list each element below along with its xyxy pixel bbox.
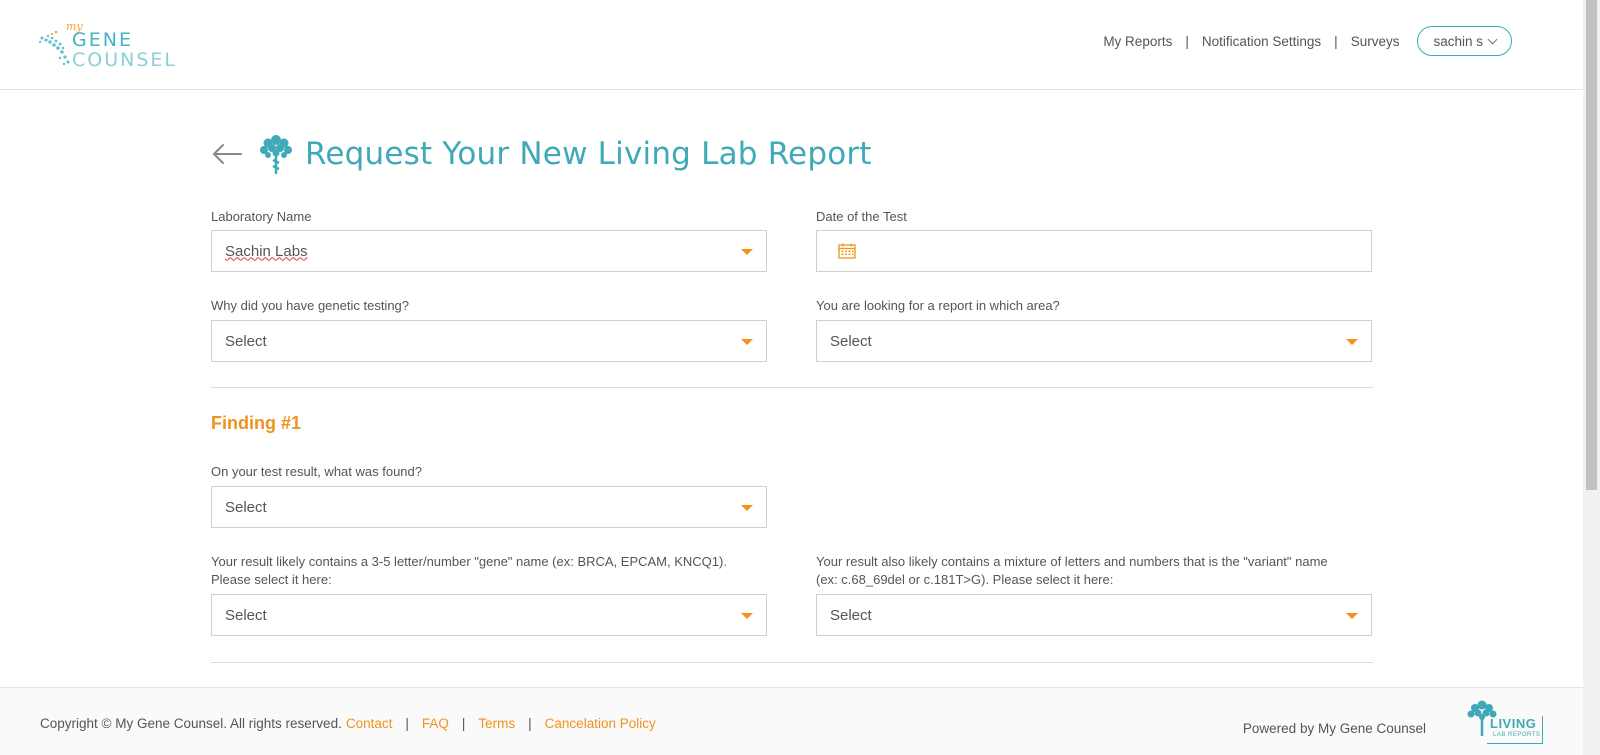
- reason-select[interactable]: Select: [211, 320, 767, 362]
- footer-separator: |: [405, 716, 409, 731]
- living-lab-line1: LIVING: [1490, 716, 1537, 731]
- found-field: On your test result, what was found? Sel…: [211, 463, 767, 528]
- caret-down-icon: [1346, 613, 1358, 619]
- caret-down-icon: [1346, 339, 1358, 345]
- test-date-input[interactable]: [816, 230, 1372, 272]
- reason-value: Select: [225, 332, 267, 350]
- copyright-text: Copyright © My Gene Counsel. All rights …: [40, 716, 342, 731]
- caret-down-icon: [741, 505, 753, 511]
- variant-label-line2: (ex: c.68_69del or c.181T>G). Please sel…: [816, 572, 1114, 587]
- footer-copyright-row: Copyright © My Gene Counsel. All rights …: [40, 716, 656, 731]
- user-menu-button[interactable]: sachin s: [1417, 26, 1512, 56]
- lab-name-field: Laboratory Name Sachin Labs: [211, 208, 767, 272]
- nav-separator: |: [1185, 33, 1189, 49]
- variant-select[interactable]: Select: [816, 594, 1372, 636]
- caret-down-icon: [741, 249, 753, 255]
- section-divider: [211, 387, 1373, 388]
- area-value: Select: [830, 332, 872, 350]
- calendar-icon[interactable]: [838, 243, 856, 259]
- nav-my-reports[interactable]: My Reports: [1103, 34, 1172, 49]
- tree-icon: [260, 135, 292, 174]
- variant-field: Your result also likely contains a mixtu…: [816, 553, 1376, 636]
- caret-down-icon: [741, 613, 753, 619]
- found-label: On your test result, what was found?: [211, 464, 422, 479]
- top-nav: My Reports | Notification Settings | Sur…: [1103, 26, 1512, 56]
- user-name: sachin s: [1433, 33, 1483, 49]
- variant-value: Select: [830, 606, 872, 624]
- page-title-row: Request Your New Living Lab Report: [211, 130, 872, 178]
- footer-link-cancelation-policy[interactable]: Cancelation Policy: [545, 716, 656, 731]
- test-date-field: Date of the Test: [816, 208, 1372, 272]
- footer-separator: |: [528, 716, 532, 731]
- vertical-scrollbar[interactable]: [1583, 0, 1600, 755]
- gene-field: Your result likely contains a 3-5 letter…: [211, 553, 767, 636]
- gene-label-line2: Please select it here:: [211, 572, 332, 587]
- scrollbar-thumb[interactable]: [1586, 0, 1597, 490]
- gene-select[interactable]: Select: [211, 594, 767, 636]
- area-label: You are looking for a report in which ar…: [816, 298, 1060, 313]
- footer-link-faq[interactable]: FAQ: [422, 716, 449, 731]
- lab-name-select[interactable]: Sachin Labs: [211, 230, 767, 272]
- found-select[interactable]: Select: [211, 486, 767, 528]
- dna-dots-icon: [38, 30, 70, 66]
- nav-separator: |: [1334, 33, 1338, 49]
- my-gene-counsel-logo[interactable]: my GENE COUNSEL: [38, 20, 178, 72]
- variant-label-line1: Your result also likely contains a mixtu…: [816, 554, 1328, 569]
- page-title: Request Your New Living Lab Report: [305, 136, 872, 172]
- logo-gene: GENE: [72, 29, 133, 51]
- footer-link-contact[interactable]: Contact: [346, 716, 393, 731]
- area-field: You are looking for a report in which ar…: [816, 297, 1372, 362]
- gene-label-line1: Your result likely contains a 3-5 letter…: [211, 554, 727, 569]
- footer: Copyright © My Gene Counsel. All rights …: [0, 687, 1583, 755]
- nav-notification-settings[interactable]: Notification Settings: [1202, 34, 1321, 49]
- logo-counsel: COUNSEL: [72, 49, 177, 71]
- header: my GENE COUNSEL My Reports | Notificatio…: [0, 0, 1583, 90]
- living-lab-reports-logo: LIVING LAB REPORTS: [1465, 698, 1545, 748]
- footer-separator: |: [461, 716, 466, 731]
- gene-value: Select: [225, 606, 267, 624]
- lab-name-value: Sachin Labs: [225, 242, 308, 260]
- finding-title: Finding #1: [211, 413, 301, 433]
- found-value: Select: [225, 498, 267, 516]
- reason-field: Why did you have genetic testing? Select: [211, 297, 767, 362]
- caret-down-icon: [741, 339, 753, 345]
- section-divider: [211, 662, 1373, 663]
- footer-link-terms[interactable]: Terms: [478, 716, 515, 731]
- chevron-down-icon: [1487, 34, 1498, 44]
- back-arrow-icon[interactable]: [211, 142, 243, 166]
- lab-name-label: Laboratory Name: [211, 209, 312, 224]
- reason-label: Why did you have genetic testing?: [211, 298, 410, 313]
- powered-by-text: Powered by My Gene Counsel: [1242, 721, 1426, 736]
- area-select[interactable]: Select: [816, 320, 1372, 362]
- nav-surveys[interactable]: Surveys: [1351, 34, 1400, 49]
- living-lab-line2: LAB REPORTS: [1493, 732, 1541, 738]
- test-date-label: Date of the Test: [816, 209, 907, 224]
